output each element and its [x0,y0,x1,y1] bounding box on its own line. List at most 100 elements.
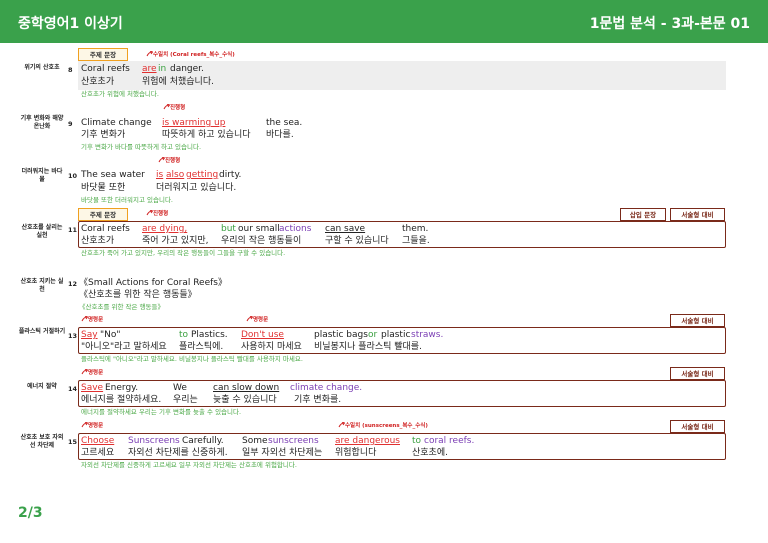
verb: Say [81,330,98,340]
noun: coral reefs. [424,436,475,446]
verb: Save [81,383,104,393]
grammar-annotation: 명령문 [81,316,103,324]
verb-phrase: Don't use [241,330,284,340]
translation: 산호초가 죽어 가고 있지만, 우리의 작은 행동들이 그들을 구할 수 있습니… [81,249,286,257]
arrow-icon [81,316,88,322]
sentence-number: 15 [68,438,78,446]
english-word: plastic [381,330,411,340]
sentence-number: 14 [68,385,78,393]
korean-chunk: 위험합니다 [335,448,377,458]
sentence-number: 13 [68,332,78,340]
grammar-annotation: 진행형 [158,157,180,165]
translation: 기후 변화가 바다를 따뜻하게 하고 있습니다. [81,143,202,151]
english-chunk: The sea water [81,170,145,180]
grammar-annotation: 명령문 [246,316,268,324]
noun: sunscreens [268,436,319,446]
noun: straws. [411,330,444,340]
grammar-annotation: 수일치 (Coral reefs_복수_수식) [146,51,235,59]
page-header: 중학영어1 이상기 1문법 분석 - 3과-본문 01 [0,0,768,43]
english-word: Energy. [105,383,139,393]
sentence-number: 12 [68,280,78,288]
english-word: dirty. [219,170,242,180]
page-subtitle: 1문법 분석 - 3과-본문 01 [589,16,750,32]
grammar-annotation: 진행형 [163,104,185,112]
korean-chunk: 기후 변화를. [294,395,342,405]
grammar-annotation: 진행형 [146,210,168,218]
verb-phrase: is [156,170,164,180]
english-word: danger. [170,64,204,74]
translation: 《산호초를 위한 작은 행동들》 [79,303,164,311]
topic-label: 기후 변화와 해양 온난화 [20,115,64,130]
topic-label: 플라스틱 거절하기 [18,328,66,335]
sentence-number: 9 [68,120,73,128]
english-word: Some [242,436,268,446]
main-sentence-tag: 주제 문장 [78,208,128,221]
korean-chunk: 산호초에. [412,448,448,458]
main-sentence-tag: 주제 문장 [78,48,128,61]
arrow-icon [246,316,253,322]
sentence-number: 10 [68,172,78,180]
arrow-icon [81,422,88,428]
arrow-icon [158,157,165,163]
korean-chunk: 사용하지 마세요 [241,342,302,352]
english-chunk: them. [402,224,429,234]
noun: climate change. [290,383,363,393]
english-chunk: the sea. [266,118,303,128]
english-word: Carefully. [182,436,224,446]
noun: actions [279,224,312,234]
english-chunk: our small [238,224,280,234]
sentence-number: 8 [68,66,73,74]
english-sentence: Coral reefs [81,64,130,74]
korean-chunk: 위험에 처했습니다. [142,77,214,87]
sentence-number: 11 [68,226,78,234]
essay-prep-tag: 서술형 대비 [670,314,725,327]
conjunction: or [368,330,378,340]
preposition: to [412,436,422,446]
arrow-icon [338,422,345,428]
insert-sentence-tag: 삽입 문장 [620,208,666,221]
translation: 산호초가 위험에 처했습니다. [81,90,159,98]
page-number: 2/3 [18,505,43,521]
preposition: to [179,330,189,340]
topic-label: 산호초를 살리는 실천 [21,224,63,239]
translation: 자외선 차단제를 신중하게 고르세요 일부 자외선 차단제는 산호초에 위험합니… [81,461,297,469]
verb: Choose [81,436,115,446]
korean-chunk: 산호초가 [81,236,115,246]
page-title: 중학영어1 이상기 [18,16,123,32]
korean-chunk: 고르세요 [81,448,115,458]
verb-phrase: is warming up [162,118,226,128]
korean-chunk: 산호초가 [81,77,115,87]
korean-chunk: 그들을. [402,236,430,246]
english-word: We [173,383,187,393]
verb-phrase: can slow down [213,383,280,393]
topic-label: 산호초 보호 자외선 차단제 [20,434,64,449]
essay-prep-tag: 서술형 대비 [670,420,725,433]
conjunction: but [221,224,236,234]
korean-title: 《산호초를 위한 작은 행동들》 [79,290,197,300]
topic-label: 위기의 산호초 [24,64,60,71]
korean-chunk: 바닷물 또한 [81,183,126,193]
korean-chunk: 더러워지고 있습니다. [156,183,237,193]
topic-label: 산호초 지키는 실천 [20,278,64,293]
english-chunk: Coral reefs [81,224,130,234]
korean-chunk: 죽어 가고 있지만, [142,236,209,246]
verb-phrase: are dangerous [335,436,400,446]
noun: Sunscreens [128,436,180,446]
essay-prep-tag: 서술형 대비 [670,208,725,221]
korean-chunk: 일부 자외선 차단제는 [242,448,323,458]
korean-chunk: 플라스틱에. [179,342,224,352]
arrow-icon [81,369,88,375]
korean-chunk: 비닐봉지나 플라스틱 빨대를. [314,342,422,352]
verb-phrase: are dying, [142,224,188,234]
essay-prep-tag: 서술형 대비 [670,367,725,380]
grammar-annotation: 명령문 [81,422,103,430]
english-chunk: Climate change [81,118,152,128]
english-word: Plastics. [191,330,228,340]
translation: 플라스틱에 "아니오"라고 말하세요. 비닐봉지나 플라스틱 빨대를 사용하지 … [81,355,303,363]
korean-chunk: 기후 변화가 [81,130,126,140]
arrow-icon [146,210,153,216]
grammar-annotation: 명령문 [81,369,103,377]
korean-chunk: 구할 수 있습니다 [325,236,389,246]
arrow-icon [146,51,153,57]
translation: 바닷물 또한 더러워지고 있습니다. [81,196,173,204]
